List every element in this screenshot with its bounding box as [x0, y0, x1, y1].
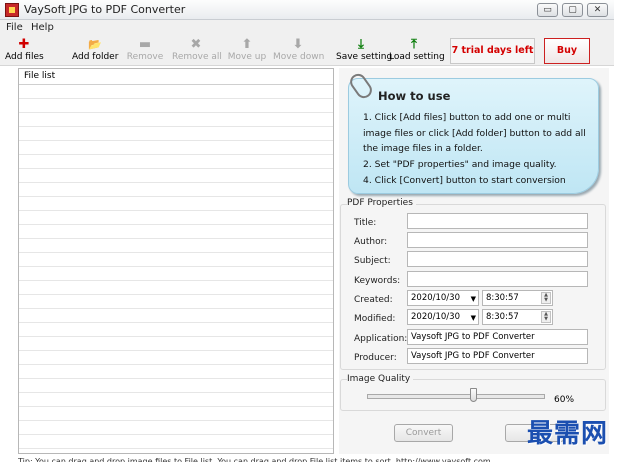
image-quality-slider-track[interactable] [367, 394, 545, 399]
created-date-value: 2020/10/30 [411, 293, 460, 303]
paperclip-icon [346, 70, 376, 102]
arrow-down-icon: ⬇ [292, 37, 304, 52]
close-window-button[interactable]: ✕ [587, 3, 608, 17]
add-folder-button[interactable]: 📂 Add folder [72, 37, 118, 65]
remove-all-button[interactable]: ✖ Remove all [172, 37, 222, 65]
plus-icon: ✚ [18, 37, 30, 52]
save-setting-button[interactable]: ⤓ Save setting [336, 37, 392, 65]
upload-icon: ⤒ [411, 37, 417, 52]
created-label: Created: [354, 295, 393, 305]
how-to-use-note: How to use 1. Click [Add files] button t… [346, 70, 599, 194]
menu-file[interactable]: File [6, 22, 23, 33]
subject-label: Subject: [354, 256, 391, 266]
file-list-header: File list [19, 69, 333, 85]
title-bar: VaySoft JPG to PDF Converter ▭ ▢ ✕ [0, 0, 614, 20]
folder-icon: 📂 [88, 38, 102, 51]
toolbar: ✚ Add files 📂 Add folder ▬ Remove ✖ Remo… [0, 36, 614, 80]
move-up-button[interactable]: ⬆ Move up [227, 37, 267, 65]
title-input[interactable] [407, 213, 588, 229]
title-label: Title: [354, 218, 377, 228]
modified-date-picker[interactable]: 2020/10/30 ▼ [407, 309, 479, 325]
move-down-button[interactable]: ⬇ Move down [273, 37, 324, 65]
watermark-logo: 最需网 [527, 419, 609, 449]
modified-time-field[interactable]: 8:30:57 ▲ ▼ [482, 309, 553, 325]
subject-input[interactable] [407, 251, 588, 267]
author-input[interactable] [407, 232, 588, 248]
dropdown-arrow-icon[interactable]: ▼ [471, 311, 476, 325]
load-setting-button[interactable]: ⤒ Load setting [389, 37, 445, 65]
image-quality-value: 60% [554, 395, 575, 405]
spinner-icon[interactable]: ▲ ▼ [541, 311, 551, 323]
minimize-button[interactable]: ▭ [537, 3, 558, 17]
pdf-properties-title: PDF Properties [347, 198, 416, 208]
modified-label: Modified: [354, 314, 396, 324]
created-time-field[interactable]: 8:30:57 ▲ ▼ [482, 290, 553, 306]
image-quality-slider-thumb[interactable] [469, 388, 477, 402]
keywords-label: Keywords: [354, 276, 401, 286]
application-input[interactable] [407, 329, 588, 345]
window-title: VaySoft JPG to PDF Converter [24, 3, 186, 16]
buy-now-button[interactable]: Buy now [544, 38, 590, 80]
add-files-button[interactable]: ✚ Add files [5, 37, 44, 65]
created-time-value: 8:30:57 [486, 293, 519, 303]
tip-text: Tip: You can drag and drop image files t… [18, 457, 491, 462]
maximize-button[interactable]: ▢ [562, 3, 583, 17]
how-to-step: 4. Click [Convert] button to start conve… [363, 174, 566, 186]
settings-panel: How to use 1. Click [Add files] button t… [339, 68, 609, 454]
trial-days-label: 7 trial days left [450, 38, 535, 64]
modified-time-value: 8:30:57 [486, 312, 519, 322]
keywords-input[interactable] [407, 271, 588, 287]
how-to-step: 1. Click [Add files] button to add one o… [363, 112, 586, 155]
minus-icon: ▬ [138, 37, 152, 52]
modified-date-value: 2020/10/30 [411, 312, 460, 322]
app-icon [5, 3, 19, 17]
arrow-up-icon: ⬆ [241, 37, 253, 52]
spinner-icon[interactable]: ▲ ▼ [541, 292, 551, 304]
producer-input[interactable] [407, 348, 588, 364]
menu-help[interactable]: Help [31, 22, 54, 33]
file-list-rows[interactable] [19, 85, 333, 453]
how-to-use-title: How to use [378, 89, 451, 103]
file-list[interactable]: File list [18, 68, 334, 454]
image-quality-title: Image Quality [347, 374, 414, 384]
x-icon: ✖ [190, 37, 202, 52]
remove-button[interactable]: ▬ Remove [126, 37, 164, 65]
application-label: Application: [354, 334, 408, 344]
producer-label: Producer: [354, 353, 397, 363]
author-label: Author: [354, 237, 388, 247]
created-date-picker[interactable]: 2020/10/30 ▼ [407, 290, 479, 306]
how-to-step: 2. Set "PDF properties" and image qualit… [363, 159, 557, 171]
how-to-use-steps: 1. Click [Add files] button to add one o… [363, 110, 595, 189]
convert-button[interactable]: Convert [394, 424, 453, 442]
menu-bar: File Help [0, 20, 614, 36]
dropdown-arrow-icon[interactable]: ▼ [471, 292, 476, 306]
download-icon: ⤓ [358, 37, 364, 52]
